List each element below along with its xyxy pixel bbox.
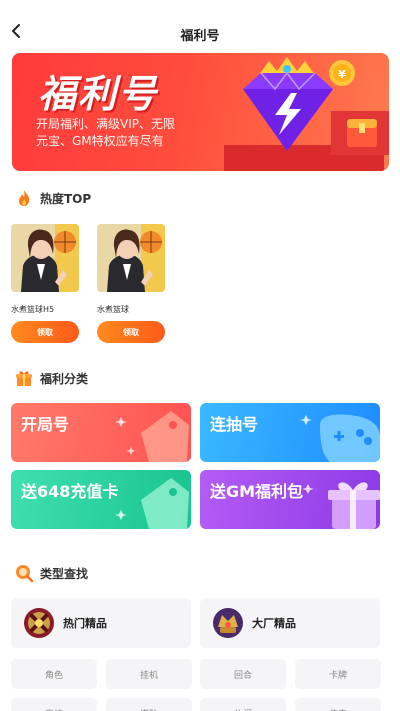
tag-decoration-icon [115, 411, 189, 462]
type-tag[interactable]: 挂机 [106, 659, 192, 689]
type-card-big-studio[interactable]: 大厂精品 [200, 598, 380, 648]
chevron-left-icon[interactable] [8, 22, 26, 40]
gift-box-icon [302, 482, 380, 529]
category-label: 连抽号 [210, 415, 259, 434]
hot-top-section-header: 热度TOP [14, 188, 91, 208]
banner-title: 福利号 [38, 72, 159, 116]
game-cover-image[interactable] [11, 224, 79, 292]
type-tag[interactable]: 休闲 [200, 698, 286, 711]
category-card-gm-gift[interactable]: 送GM福利包 [200, 470, 380, 529]
category-label: 开局号 [21, 415, 70, 434]
type-card-hot-picks[interactable]: 热门精品 [11, 598, 191, 648]
section-title: 热度TOP [40, 191, 92, 206]
gift-icon [16, 371, 32, 386]
banner-desc-line1: 开局福利、满级VIP、无限 [36, 117, 175, 131]
search-icon [16, 565, 34, 583]
game-name: 水煮篮球H5 [11, 305, 55, 314]
section-title: 类型查找 [40, 566, 89, 581]
banner-desc-line2: 元宝、GM特权应有尽有 [36, 134, 164, 148]
type-tag[interactable]: 塔防 [106, 698, 192, 711]
game-name: 水煮篮球 [97, 305, 129, 314]
type-card-label: 大厂精品 [252, 617, 296, 630]
category-label: 送GM福利包 [210, 482, 304, 501]
banner-description: 开局福利、满级VIP、无限 元宝、GM特权应有尽有 [36, 116, 226, 150]
game-item: 水煮篮球 领取 [97, 224, 167, 343]
claim-button[interactable]: 领取 [11, 321, 79, 343]
category-card-opening-account[interactable]: 开局号 [11, 403, 191, 462]
gamepad-icon [300, 414, 380, 462]
svg-text:¥: ¥ [338, 68, 346, 81]
flame-icon [19, 190, 30, 206]
claim-button[interactable]: 领取 [97, 321, 165, 343]
type-card-label: 热门精品 [63, 617, 107, 630]
game-cover-image[interactable] [97, 224, 165, 292]
welfare-banner[interactable]: 福利号 开局福利、满级VIP、无限 元宝、GM特权应有尽有 ¥ [12, 53, 389, 171]
category-label: 送648充值卡 [21, 482, 119, 501]
big-studio-logo-icon [213, 608, 243, 638]
type-tag[interactable]: 卡牌 [295, 659, 381, 689]
diamond-crown-illustration: ¥ [224, 57, 389, 171]
type-search-section-header: 类型查找 [14, 563, 88, 583]
hot-picks-logo-icon [24, 608, 54, 638]
page-title: 福利号 [180, 28, 220, 44]
category-card-recharge-card[interactable]: 送648充值卡 [11, 470, 191, 529]
category-card-multi-draw[interactable]: 连抽号 [200, 403, 380, 462]
game-item: 水煮篮球H5 领取 [11, 224, 81, 343]
category-section-header: 福利分类 [14, 368, 88, 388]
top-nav-bar: 福利号 [0, 0, 400, 52]
type-tag[interactable]: 角色 [11, 659, 97, 689]
type-tag[interactable]: 竞技 [11, 698, 97, 711]
section-title: 福利分类 [40, 371, 89, 386]
type-tag[interactable]: 回合 [200, 659, 286, 689]
type-tag[interactable]: 传奇 [295, 698, 381, 711]
